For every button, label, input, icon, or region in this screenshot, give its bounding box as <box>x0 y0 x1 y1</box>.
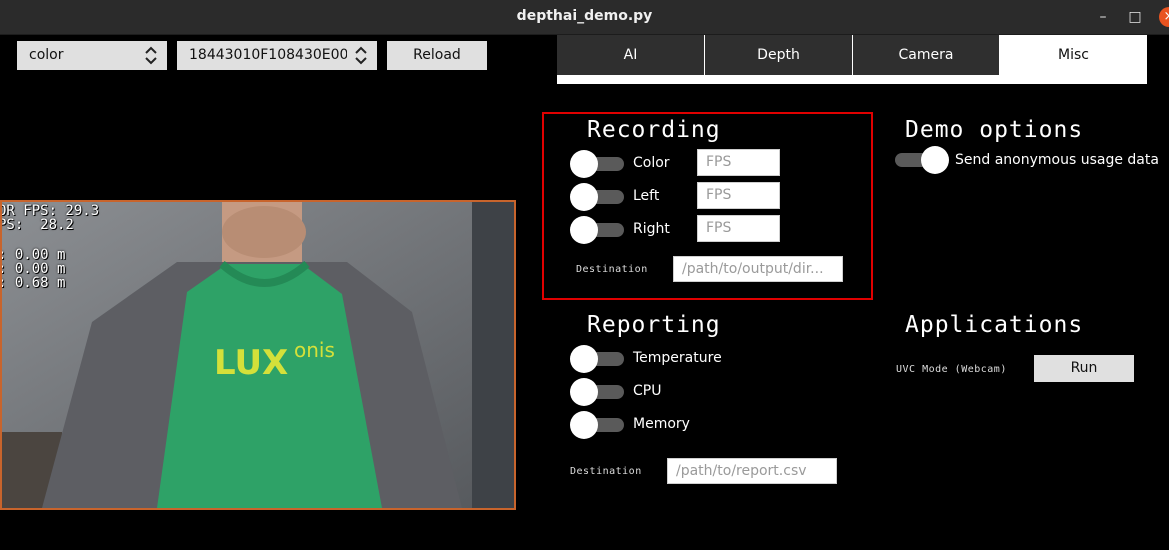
demo-options-heading: Demo options <box>905 117 1084 143</box>
color-fps-input[interactable]: FPS <box>697 149 780 176</box>
cpu-label: CPU <box>633 383 662 399</box>
reporting-destination-input[interactable]: /path/to/report.csv <box>667 458 837 484</box>
select-arrows-icon <box>145 46 157 65</box>
reporting-heading: Reporting <box>587 312 721 338</box>
usage-data-toggle[interactable] <box>893 145 949 174</box>
recording-destination-label: Destination <box>576 264 648 275</box>
applications-heading: Applications <box>905 312 1084 338</box>
tab-depth[interactable]: Depth <box>705 35 852 75</box>
reload-button[interactable]: Reload <box>387 41 487 70</box>
tab-bar: AI Depth Camera Misc <box>557 35 1147 84</box>
svg-text:LUX: LUX <box>214 343 288 383</box>
recording-destination-input[interactable]: /path/to/output/dir... <box>673 256 843 282</box>
minimize-icon[interactable]: – <box>1094 8 1112 26</box>
tab-camera[interactable]: Camera <box>853 35 999 75</box>
camera-preview: LUX onis OR FPS: 29.3 PS: 28.2 : 0.00 m … <box>0 200 516 510</box>
svg-text:onis: onis <box>294 338 335 362</box>
temperature-toggle[interactable] <box>570 344 626 373</box>
color-record-toggle[interactable] <box>570 149 626 178</box>
left-record-toggle[interactable] <box>570 182 626 211</box>
reporting-destination-label: Destination <box>570 466 642 477</box>
camera-select[interactable]: color <box>17 41 167 70</box>
run-button[interactable]: Run <box>1034 355 1134 382</box>
select-arrows-icon <box>355 46 367 65</box>
device-select[interactable]: 18443010F108430E00 <box>177 41 377 70</box>
temperature-label: Temperature <box>633 350 722 366</box>
close-icon[interactable]: × <box>1159 7 1169 27</box>
fps-overlay: OR FPS: 29.3 PS: 28.2 <box>0 203 100 233</box>
uvc-mode-label: UVC Mode (Webcam) <box>896 364 1007 375</box>
cpu-toggle[interactable] <box>570 377 626 406</box>
camera-select-value: color <box>29 47 64 63</box>
window-title: depthai_demo.py <box>516 8 653 24</box>
memory-toggle[interactable] <box>570 410 626 439</box>
depth-overlay: : 0.00 m : 0.00 m : 0.68 m <box>2 247 66 291</box>
recording-heading: Recording <box>587 117 721 143</box>
usage-data-label: Send anonymous usage data <box>955 152 1159 168</box>
tab-misc[interactable]: Misc <box>1000 35 1147 84</box>
right-record-toggle[interactable] <box>570 215 626 244</box>
left-record-label: Left <box>633 188 660 204</box>
window-titlebar: depthai_demo.py – □ × <box>0 0 1169 35</box>
maximize-icon[interactable]: □ <box>1126 8 1144 26</box>
device-select-value: 18443010F108430E00 <box>189 47 347 63</box>
tab-ai[interactable]: AI <box>557 35 704 75</box>
preview-image: LUX onis <box>2 202 514 508</box>
right-fps-input[interactable]: FPS <box>697 215 780 242</box>
right-record-label: Right <box>633 221 670 237</box>
color-record-label: Color <box>633 155 670 171</box>
left-fps-input[interactable]: FPS <box>697 182 780 209</box>
memory-label: Memory <box>633 416 690 432</box>
